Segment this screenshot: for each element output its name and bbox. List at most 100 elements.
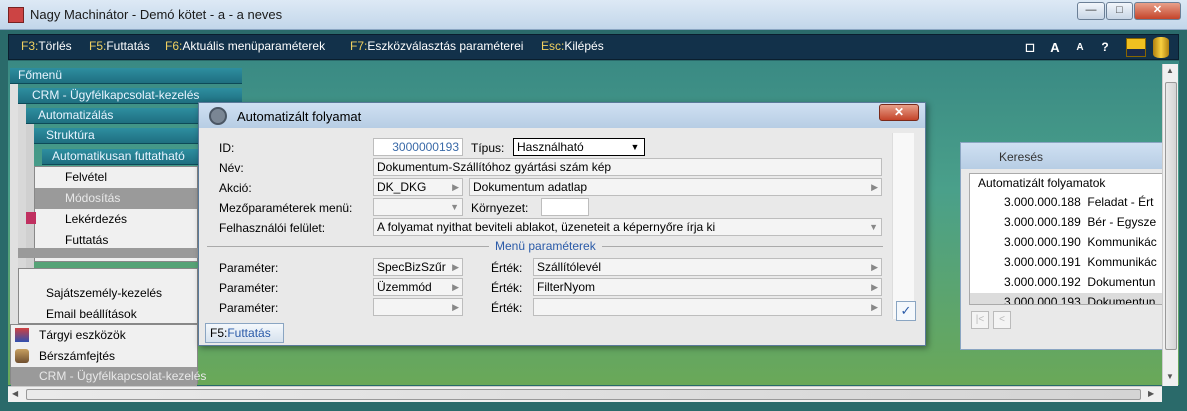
list-item[interactable]: 3.000.000.192 Dokumentun (970, 273, 1168, 293)
chevron-right-icon: ▶ (452, 282, 459, 292)
action-value-field[interactable]: Dokumentum adatlap ▶ (469, 178, 882, 196)
close-button[interactable]: ✕ (1134, 2, 1181, 20)
param-field[interactable]: SpecBizSzűr ▶ (373, 258, 463, 276)
horizontal-scroll-thumb[interactable] (26, 389, 1141, 400)
search-title-bar: Keresés (961, 143, 1169, 169)
environment-field[interactable] (541, 198, 589, 216)
dialog-title: Automatizált folyamat (237, 109, 362, 124)
f3-delete-button[interactable]: F3:Törlés (21, 39, 72, 53)
dialog-title-bar: Automatizált folyamat ✕ (199, 103, 925, 128)
f7-tool-params-button[interactable]: F7:Eszközválasztás paraméterei (350, 39, 523, 53)
minimize-button[interactable]: — (1077, 2, 1105, 20)
prev-page-button[interactable]: < (993, 311, 1011, 329)
field-params-select[interactable]: ▼ (373, 198, 463, 216)
chevron-down-icon[interactable]: ▼ (628, 141, 642, 153)
font-smaller-icon[interactable]: A (1071, 39, 1089, 57)
ui-label: Felhasználói felület: (219, 221, 326, 235)
value-field[interactable]: FilterNyom ▶ (533, 278, 882, 296)
menu-item-email-settings[interactable]: Email beállítások (19, 304, 197, 325)
scroll-down-icon[interactable]: ▼ (1166, 372, 1174, 381)
window-mode-icon[interactable]: ◻ (1021, 39, 1039, 57)
scroll-left-icon[interactable]: ◀ (12, 389, 18, 398)
name-label: Név: (219, 161, 244, 175)
dialog-close-button[interactable]: ✕ (879, 104, 919, 121)
horizontal-scrollbar[interactable]: ◀ ▶ (8, 386, 1162, 402)
chevron-right-icon: ▶ (871, 282, 878, 292)
main-menu-bar[interactable]: Főmenü (10, 68, 242, 84)
action-label: Akció: (219, 181, 252, 195)
title-bar: Nagy Machinátor - Demó kötet - a - a nev… (0, 0, 1187, 30)
f5-run-dialog-button[interactable]: F5:Futtatás (205, 323, 284, 343)
folder-icon[interactable] (1126, 38, 1146, 57)
chevron-right-icon: ▶ (871, 302, 878, 312)
chevron-down-icon: ▼ (869, 222, 878, 232)
param-label: Paraméter: (219, 281, 279, 295)
action-code-field[interactable]: DK_DKG ▶ (373, 178, 463, 196)
asset-icon (15, 328, 29, 342)
chevron-right-icon: ▶ (452, 182, 459, 192)
menu-item-personal[interactable]: Sajátszemély-kezelés (19, 283, 197, 304)
menu-divider (18, 248, 198, 258)
menu-item-add[interactable]: Felvétel (35, 167, 197, 188)
confirm-check-button[interactable]: ✓ (896, 301, 916, 321)
lower-menu-panel: Sajátszemély-kezelés Email beállítások (18, 268, 198, 324)
value-label: Érték: (491, 301, 523, 315)
vertical-scroll-thumb[interactable] (1165, 82, 1177, 350)
font-larger-icon[interactable]: A (1046, 39, 1064, 57)
gear-icon (209, 107, 227, 125)
payroll-icon (15, 349, 29, 363)
value-label: Érték: (491, 281, 523, 295)
list-item[interactable]: 3.000.000.190 Kommunikác (970, 233, 1168, 253)
menu-item-fixed-assets[interactable]: Tárgyi eszközök (11, 325, 197, 346)
scroll-up-icon[interactable]: ▲ (1166, 66, 1174, 75)
list-header: Automatizált folyamatok (978, 176, 1106, 190)
ui-select[interactable]: A folyamat nyithat beviteli ablakot, üze… (373, 218, 882, 236)
first-page-button[interactable]: |< (971, 311, 989, 329)
chevron-right-icon: ▶ (871, 262, 878, 272)
chevron-right-icon: ▶ (452, 262, 459, 272)
name-field[interactable]: Dokumentum-Szállítóhoz gyártási szám kép (373, 158, 882, 176)
menu-item-query[interactable]: Lekérdezés (35, 209, 197, 230)
environment-label: Környezet: (471, 201, 529, 215)
function-key-toolbar: F3:Törlés F5:Futtatás F6:Aktuális menüpa… (8, 34, 1179, 60)
value-field[interactable]: ▶ (533, 298, 882, 316)
list-item[interactable]: 3.000.000.189 Bér - Egysze (970, 213, 1168, 233)
esc-exit-button[interactable]: Esc:Kilépés (541, 39, 604, 53)
list-item[interactable]: 3.000.000.188 Feladat - Ért (970, 193, 1168, 213)
app-icon (8, 7, 24, 23)
param-label: Paraméter: (219, 301, 279, 315)
field-params-label: Mezőparaméterek menü: (219, 201, 353, 215)
menu-stack-edge (10, 84, 18, 324)
menu-item-payroll[interactable]: Bérszámfejtés (11, 346, 197, 367)
type-select[interactable]: Használható ▼ (513, 138, 645, 156)
scroll-right-icon[interactable]: ▶ (1148, 389, 1154, 398)
param-field[interactable]: Üzemmód ▶ (373, 278, 463, 296)
menu-params-heading: Menü paraméterek (489, 239, 602, 253)
search-panel: Keresés Automatizált folyamatok 3.000.00… (960, 142, 1170, 350)
help-icon[interactable]: ? (1096, 39, 1114, 57)
chevron-down-icon: ▼ (450, 202, 459, 212)
maximize-button[interactable]: □ (1106, 2, 1133, 20)
chevron-right-icon: ▶ (452, 302, 459, 312)
list-item-selected[interactable]: 3.000.000.193 Dokumentun (970, 293, 1168, 304)
f6-menu-params-button[interactable]: F6:Aktuális menüparaméterek (165, 39, 325, 53)
id-field[interactable]: 3000000193 (373, 138, 463, 156)
search-title: Keresés (999, 150, 1044, 164)
database-icon[interactable] (1153, 37, 1169, 58)
type-label: Típus: (471, 141, 505, 155)
param-label: Paraméter: (219, 261, 279, 275)
param-field[interactable]: ▶ (373, 298, 463, 316)
automated-process-dialog: Automatizált folyamat ✕ ID: 3000000193 T… (198, 102, 926, 346)
bottom-menu-panel: Tárgyi eszközök Bérszámfejtés CRM - Ügyf… (10, 324, 206, 386)
list-item[interactable]: 3.000.000.191 Kommunikác (970, 253, 1168, 273)
f5-run-button[interactable]: F5:Futtatás (89, 39, 150, 53)
pink-marker-icon (26, 212, 36, 224)
value-field[interactable]: Szállítólevél ▶ (533, 258, 882, 276)
menu-item-crm-bottom[interactable]: CRM - Ügyfélkapcsolat-kezelés (11, 367, 206, 386)
dialog-scrollbar[interactable] (892, 133, 914, 319)
menu-item-modify[interactable]: Módosítás (35, 188, 197, 209)
chevron-right-icon: ▶ (871, 182, 878, 192)
vertical-scrollbar[interactable]: ▲ ▼ (1162, 64, 1178, 386)
search-results-list: Automatizált folyamatok 3.000.000.188 Fe… (969, 173, 1169, 305)
id-label: ID: (219, 141, 235, 155)
